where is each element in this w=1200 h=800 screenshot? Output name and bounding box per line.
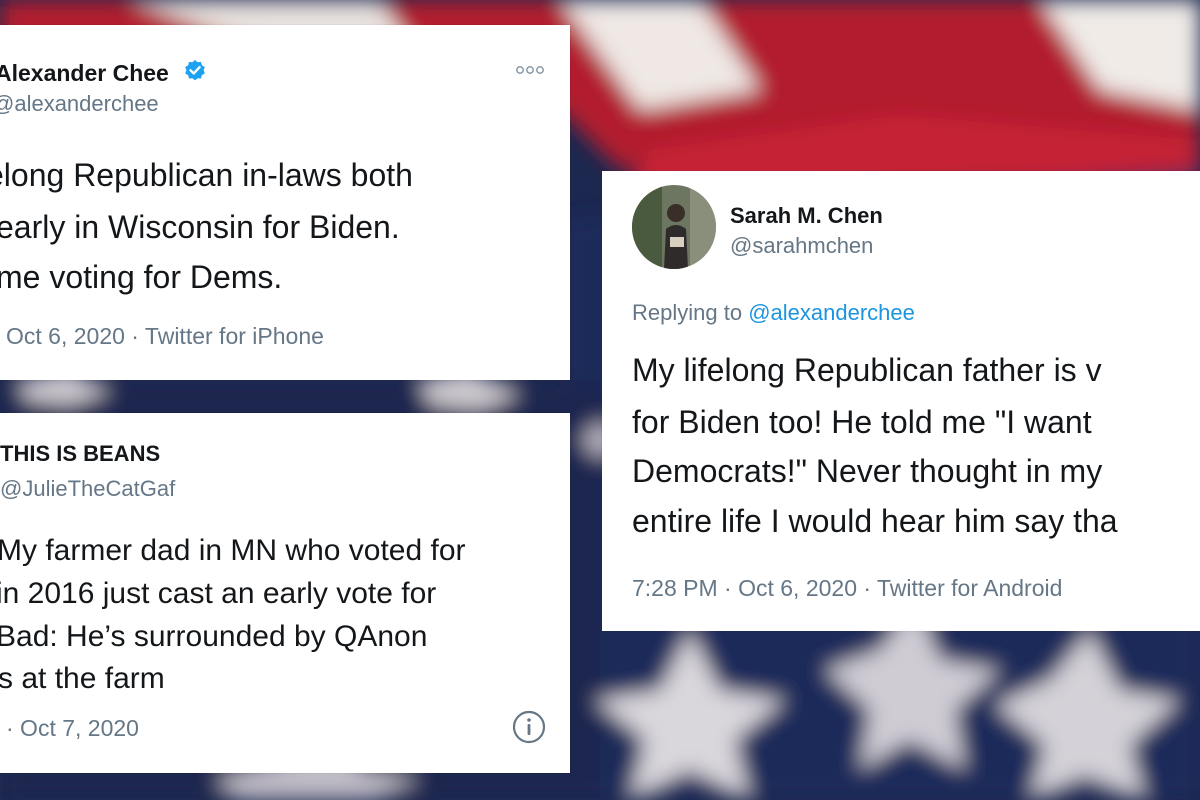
tweet-author-handle[interactable]: @JulieTheCatGaf — [0, 476, 175, 502]
tweet-text-line: early in Wisconsin for Biden. — [0, 209, 400, 245]
tweet-text-line: me voting for Dems. — [0, 259, 283, 295]
tweet-text-line: in 2016 just cast an early vote for — [0, 577, 437, 610]
user-avatar-image — [632, 185, 716, 269]
tweet-author-handle[interactable]: @sarahmchen — [730, 233, 873, 259]
tweet-timestamp[interactable]: · Oct 7, 2020 — [6, 715, 139, 742]
tweet-text-line: Bad: He’s surrounded by QAnon — [0, 620, 428, 653]
replying-to-prefix: Replying to — [632, 300, 743, 325]
replying-to-label: Replying to @alexanderchee — [632, 300, 915, 326]
reply-mention-link[interactable]: @alexanderchee — [748, 300, 915, 325]
tweet-card-sarah-chen[interactable]: Sarah M. Chen @sarahmchen Replying to @a… — [602, 171, 1200, 631]
tweet-author-name[interactable]: THIS IS BEANS — [0, 441, 160, 467]
more-options-icon[interactable] — [515, 65, 545, 75]
tweet-text-line: s at the farm — [0, 662, 165, 695]
tweet-text-line: My farmer dad in MN who voted for — [0, 534, 466, 567]
tweet-card-this-is-beans[interactable]: THIS IS BEANS @JulieTheCatGaf My farmer … — [0, 413, 570, 773]
tweet-text-line: My lifelong Republican father is v — [632, 352, 1102, 388]
tweet-timestamp[interactable]: Oct 6, 2020 · Twitter for iPhone — [6, 323, 324, 350]
tweet-text-line: elong Republican in-laws both — [0, 157, 413, 193]
tweet-author-handle[interactable]: @alexanderchee — [0, 91, 159, 117]
tweet-text-line: entire life I would hear him say tha — [632, 503, 1118, 539]
tweet-author-name[interactable]: Sarah M. Chen — [730, 203, 883, 229]
tweet-author-name[interactable]: Alexander Chee — [0, 60, 169, 87]
info-icon[interactable] — [511, 709, 547, 745]
tweet-timestamp[interactable]: 7:28 PM · Oct 6, 2020 · Twitter for Andr… — [632, 575, 1062, 602]
avatar[interactable] — [632, 185, 716, 269]
verified-badge-icon — [185, 60, 205, 81]
tweet-text-line: Democrats!" Never thought in my — [632, 453, 1103, 489]
tweet-card-alexander-chee[interactable]: Alexander Chee @alexanderchee elong Repu… — [0, 25, 570, 380]
tweet-text-line: for Biden too! He told me "I want — [632, 404, 1092, 440]
